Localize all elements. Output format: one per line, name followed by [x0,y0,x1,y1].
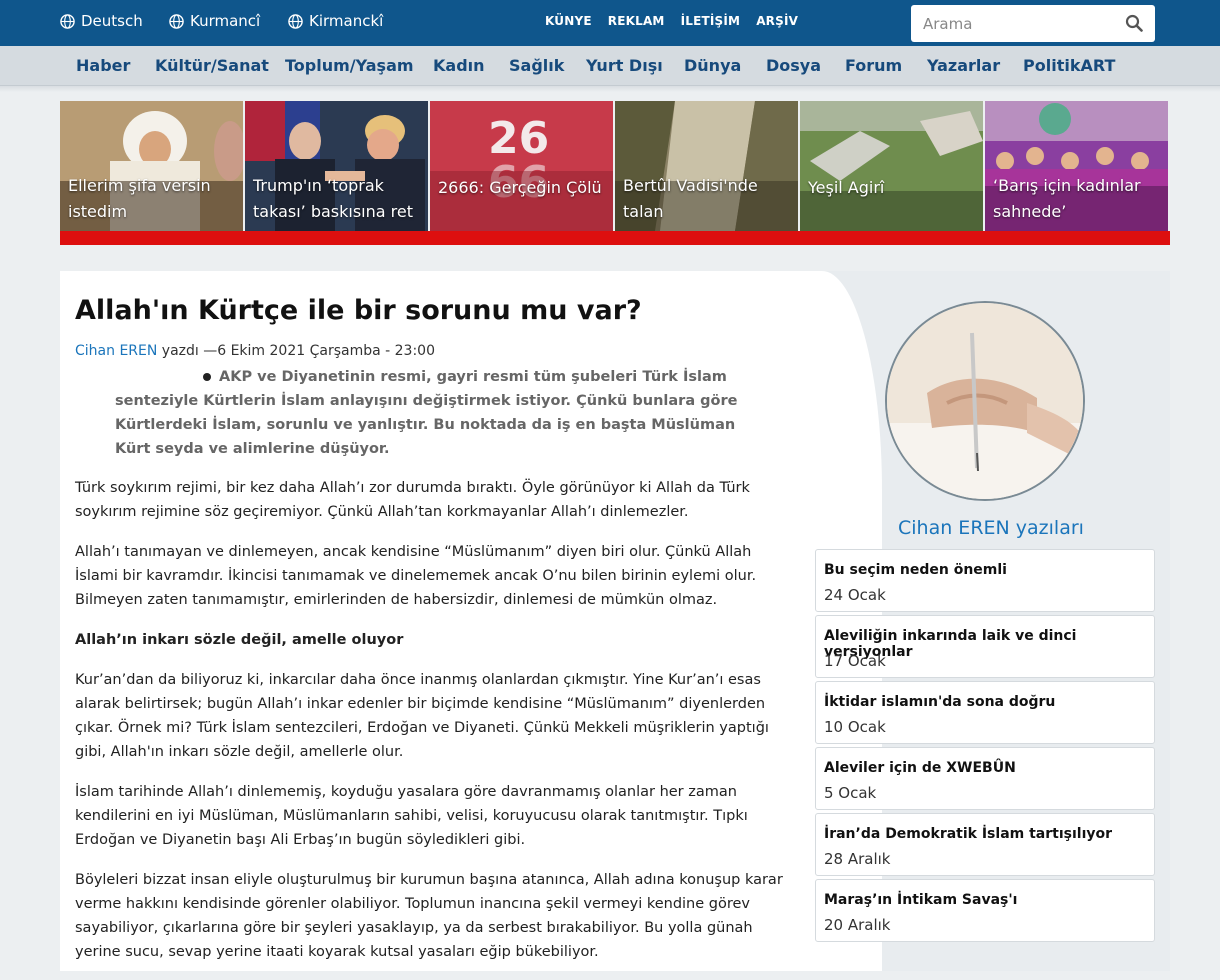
paragraph: Kur’an’dan da biliyoruz ki, inkarcılar d… [75,672,769,760]
author-link[interactable]: Cihan EREN [75,343,157,359]
paragraph: Allah’ı tanımayan ve dinlemeyen, ancak k… [75,544,757,608]
featured-caption: Ellerim şifa versin istedim [68,176,211,221]
language-label: Kirmanckî [309,12,384,30]
language-link-kirmancki[interactable]: Kirmanckî [288,12,383,30]
post-date: 24 Ocak [824,586,886,604]
sidebar-post-card[interactable]: Aleviler için de XWEBÛN 5 Ocak [815,747,1155,810]
main-nav: Haber Kültür/Sanat Toplum/Yaşam Kadın Sa… [0,46,1220,86]
top-link-reklam[interactable]: REKLAM [608,14,665,28]
sidebar-post-card[interactable]: İran’da Demokratik İslam tartışılıyor 28… [815,813,1155,876]
top-bar: Deutsch Kurmancî Kirmanckî KÜNYE REKLAM … [0,0,1220,46]
article-lead: AKP ve Diyanetinin resmi, gayri resmi tü… [115,365,775,461]
sidebar-post-card[interactable]: Maraş’ın İntikam Savaş'ı 20 Aralık [815,879,1155,942]
language-label: Deutsch [81,12,143,30]
author-avatar [885,301,1085,501]
post-date: 5 Ocak [824,784,877,802]
post-date: 17 Ocak [824,652,886,670]
subheading: Allah’ın inkarı sözle değil, amelle oluy… [75,632,404,648]
paragraph: İslam tarihinde Allah’ı dinlememiş, koyd… [75,784,748,848]
nav-item-yurt-disi[interactable]: Yurt Dışı [586,56,663,75]
post-date: 20 Aralık [824,916,891,934]
article-body: Türk soykırım rejimi, bir kez daha Allah… [75,476,785,980]
globe-icon [288,13,303,29]
featured-card[interactable]: Yeşil Agirî [800,101,983,231]
search-icon[interactable] [1125,14,1143,32]
writing-hand-icon [887,303,1083,499]
bullet-icon [203,372,211,381]
post-date: 28 Aralık [824,850,891,868]
globe-icon [169,13,184,29]
featured-caption: Yeşil Agirî [808,178,885,197]
featured-caption: ‘Barış için kadınlar sahnede’ [993,176,1141,221]
post-date: 10 Ocak [824,718,886,736]
article-title: Allah'ın Kürtçe ile bir sorunu mu var? [75,295,642,326]
language-label: Kurmancî [190,12,261,30]
featured-image: 26 66 [430,101,613,231]
nav-shadow [0,86,1220,92]
post-title[interactable]: Bu seçim neden önemli [824,562,1007,578]
nav-item-saglik[interactable]: Sağlık [509,56,564,75]
featured-caption: 2666: Gerçeğin Çölü [438,178,602,197]
nav-item-kultur-sanat[interactable]: Kültür/Sanat [155,56,269,75]
nav-item-yazarlar[interactable]: Yazarlar [927,56,1000,75]
search-input[interactable]: Arama [911,5,1155,42]
byline-date: yazdı —6 Ekim 2021 Çarşamba - 23:00 [157,343,435,359]
lead-text: AKP ve Diyanetinin resmi, gayri resmi tü… [115,369,738,457]
nav-item-politikart[interactable]: PolitikART [1023,56,1115,75]
language-link-deutsch[interactable]: Deutsch [60,12,143,30]
featured-card[interactable]: ‘Barış için kadınlar sahnede’ [985,101,1168,231]
featured-card[interactable]: Ellerim şifa versin istedim [60,101,243,231]
language-link-kurmanci[interactable]: Kurmancî [169,12,260,30]
post-title[interactable]: İktidar islamın'da sona doğru [824,694,1055,710]
nav-item-dunya[interactable]: Dünya [684,56,741,75]
featured-caption: Bertûl Vadisi'nde talan [623,176,758,221]
nav-item-forum[interactable]: Forum [845,56,902,75]
nav-item-toplum-yasam[interactable]: Toplum/Yaşam [285,56,414,75]
sidebar-post-card[interactable]: Aleviliğin inkarında laik ve dinci versi… [815,615,1155,678]
featured-card[interactable]: Bertûl Vadisi'nde talan [615,101,798,231]
nav-item-kadin[interactable]: Kadın [433,56,485,75]
featured-card[interactable]: 26 66 2666: Gerçeğin Çölü [430,101,613,231]
search-placeholder: Arama [923,15,973,33]
main-content: Allah'ın Kürtçe ile bir sorunu mu var? C… [60,271,1170,971]
paragraph: Böyleleri bizzat insan eliyle oluşturulm… [75,872,783,960]
featured-image [800,101,983,231]
top-link-kunye[interactable]: KÜNYE [545,14,592,28]
sidebar-heading[interactable]: Cihan EREN yazıları [898,517,1084,539]
sidebar-post-card[interactable]: İktidar islamın'da sona doğru 10 Ocak [815,681,1155,744]
paragraph: Türk soykırım rejimi, bir kez daha Allah… [75,480,750,520]
top-links: KÜNYE REKLAM İLETİŞİM ARŞİV [545,14,798,28]
top-link-arsiv[interactable]: ARŞİV [756,14,798,28]
post-title[interactable]: Aleviler için de XWEBÛN [824,760,1016,776]
featured-strip: Ellerim şifa versin istedim Trump'ın ‘to… [60,101,1170,231]
sidebar-post-card[interactable]: Bu seçim neden önemli 24 Ocak [815,549,1155,612]
post-title[interactable]: Maraş’ın İntikam Savaş'ı [824,892,1017,908]
nav-item-haber[interactable]: Haber [76,56,130,75]
featured-caption: Trump'ın ‘toprak takası’ baskısına ret [253,176,413,221]
featured-accent-bar [60,231,1170,245]
nav-item-dosya[interactable]: Dosya [766,56,821,75]
article-byline: Cihan EREN yazdı —6 Ekim 2021 Çarşamba -… [75,343,435,359]
featured-card[interactable]: Trump'ın ‘toprak takası’ baskısına ret [245,101,428,231]
post-title[interactable]: İran’da Demokratik İslam tartışılıyor [824,826,1112,842]
top-link-iletisim[interactable]: İLETİŞİM [681,14,741,28]
globe-icon [60,13,75,29]
